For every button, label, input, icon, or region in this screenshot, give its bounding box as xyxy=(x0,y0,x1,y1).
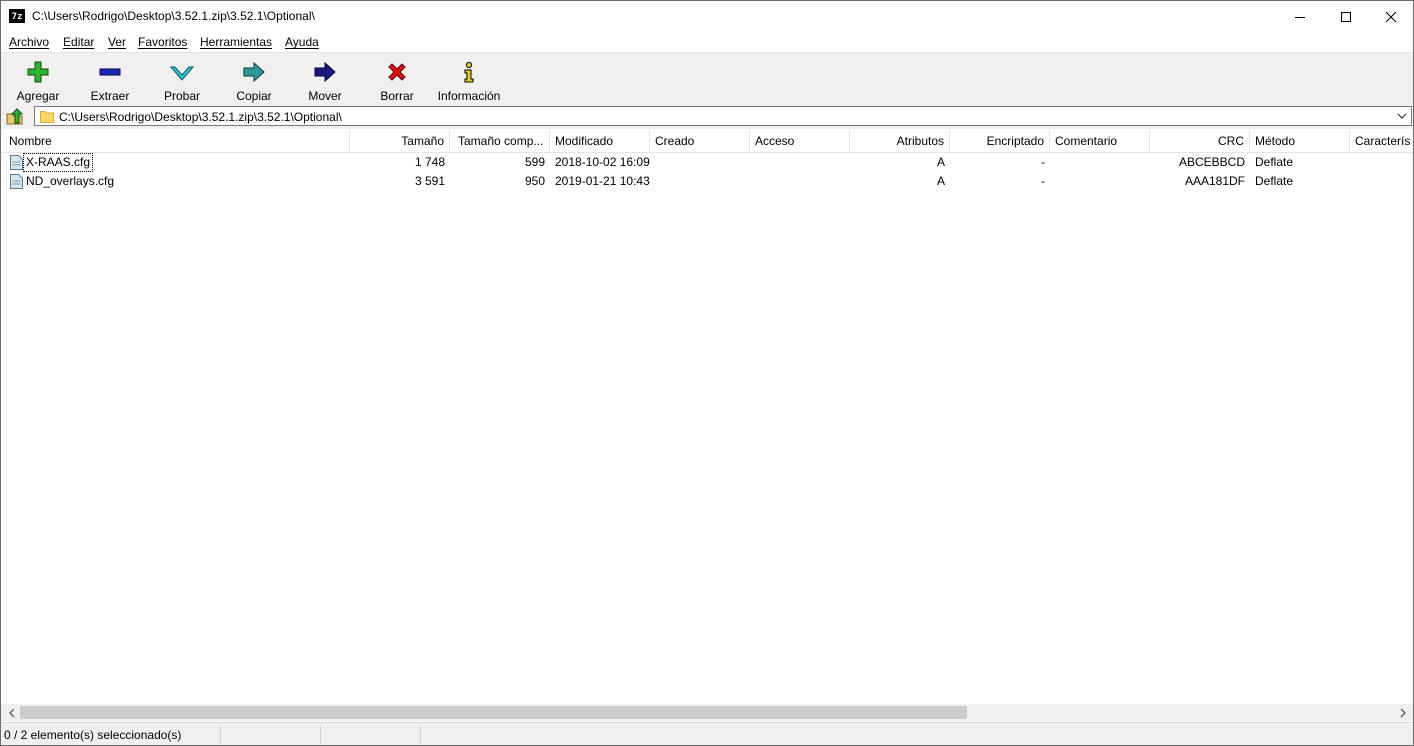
close-icon xyxy=(1385,11,1397,22)
table-row[interactable]: ND_overlays.cfg 3 591 950 2019-01-21 10:… xyxy=(1,172,1413,191)
menu-ver[interactable]: Ver xyxy=(108,35,126,49)
delete-x-icon xyxy=(388,63,406,81)
table-row[interactable]: X-RAAS.cfg 1 748 599 2018-10-02 16:09 A … xyxy=(1,153,1413,172)
copy-arrow-icon xyxy=(243,61,265,83)
column-header-size[interactable]: Tamaño xyxy=(350,130,450,152)
column-header-attributes[interactable]: Atributos xyxy=(850,130,950,152)
toolbar: Agregar Extraer Probar Copiar Mover Borr… xyxy=(1,52,1413,105)
file-name: ND_overlays.cfg xyxy=(26,174,115,188)
address-path: C:\Users\Rodrigo\Desktop\3.52.1.zip\3.52… xyxy=(59,110,342,124)
column-header-crc[interactable]: CRC xyxy=(1150,130,1250,152)
check-icon xyxy=(170,66,194,81)
move-button[interactable]: Mover xyxy=(305,53,345,105)
maximize-button[interactable] xyxy=(1323,1,1369,32)
plus-icon xyxy=(27,61,49,83)
scroll-left-button[interactable] xyxy=(3,704,20,721)
menu-ayuda[interactable]: Ayuda xyxy=(285,35,319,49)
column-header-created[interactable]: Creado xyxy=(650,130,750,152)
title-bar[interactable]: 7z C:\Users\Rodrigo\Desktop\3.52.1.zip\3… xyxy=(1,1,1413,32)
file-modified: 2019-01-21 10:43 xyxy=(555,174,650,188)
column-header-encrypted[interactable]: Encriptado xyxy=(950,130,1050,152)
column-header-characteristics[interactable]: Caracterís xyxy=(1350,130,1413,152)
chevron-right-icon xyxy=(1400,708,1406,717)
address-row: C:\Users\Rodrigo\Desktop\3.52.1.zip\3.52… xyxy=(1,104,1413,129)
file-crc: AAA181DF xyxy=(1184,174,1245,188)
up-folder-button[interactable] xyxy=(5,107,25,127)
menu-favoritos[interactable]: Favoritos xyxy=(138,35,187,49)
file-packed-size: 950 xyxy=(524,174,545,188)
menu-herramientas[interactable]: Herramientas xyxy=(200,35,272,49)
add-button[interactable]: Agregar xyxy=(15,53,61,105)
file-method: Deflate xyxy=(1255,174,1294,188)
status-bar: 0 / 2 elemento(s) seleccionado(s) xyxy=(1,722,1413,745)
file-crc: ABCEBBCD xyxy=(1178,155,1245,169)
move-arrow-icon xyxy=(314,61,336,83)
file-encrypted: - xyxy=(1041,155,1045,169)
address-input[interactable]: C:\Users\Rodrigo\Desktop\3.52.1.zip\3.52… xyxy=(34,106,1412,126)
scroll-right-button[interactable] xyxy=(1394,704,1411,721)
menu-bar: Archivo Editar Ver Favoritos Herramienta… xyxy=(1,32,1413,52)
column-header-name[interactable]: Nombre xyxy=(4,130,350,152)
column-header-accessed[interactable]: Acceso xyxy=(750,130,850,152)
column-header-packed[interactable]: Tamaño comp... xyxy=(450,130,550,152)
extract-button[interactable]: Extraer xyxy=(89,53,131,105)
main-window: 7z C:\Users\Rodrigo\Desktop\3.52.1.zip\3… xyxy=(0,0,1414,746)
menu-editar[interactable]: Editar xyxy=(63,35,94,49)
status-divider xyxy=(420,726,421,744)
close-button[interactable] xyxy=(1368,1,1413,32)
info-button[interactable]: Información xyxy=(435,53,503,105)
file-size: 3 591 xyxy=(414,174,445,188)
column-header-comment[interactable]: Comentario xyxy=(1050,130,1150,152)
app-logo-icon: 7z xyxy=(9,9,25,23)
column-header-modified[interactable]: Modificado xyxy=(550,130,650,152)
column-header-method[interactable]: Método xyxy=(1250,130,1350,152)
file-size: 1 748 xyxy=(414,155,445,169)
scrollbar-thumb[interactable] xyxy=(20,706,967,719)
chevron-down-icon[interactable] xyxy=(1397,112,1407,120)
file-name: X-RAAS.cfg xyxy=(23,153,94,172)
file-packed-size: 599 xyxy=(524,155,545,169)
file-list-header: Nombre Tamaño Tamaño comp... Modificado … xyxy=(1,130,1413,153)
file-encrypted: - xyxy=(1041,174,1045,188)
file-modified: 2018-10-02 16:09 xyxy=(555,155,650,169)
info-icon xyxy=(464,61,474,83)
minimize-button[interactable] xyxy=(1277,1,1323,32)
test-button[interactable]: Probar xyxy=(162,53,202,105)
folder-icon xyxy=(40,111,54,123)
file-method: Deflate xyxy=(1255,155,1294,169)
delete-button[interactable]: Borrar xyxy=(377,53,417,105)
minimize-icon xyxy=(1295,16,1305,18)
chevron-left-icon xyxy=(8,708,14,717)
window-title: C:\Users\Rodrigo\Desktop\3.52.1.zip\3.52… xyxy=(32,9,315,23)
selection-status: 0 / 2 elemento(s) seleccionado(s) xyxy=(4,728,182,742)
status-divider xyxy=(320,726,321,744)
file-attributes: A xyxy=(936,155,945,169)
menu-archivo[interactable]: Archivo xyxy=(9,35,49,49)
file-icon xyxy=(10,174,23,189)
copy-button[interactable]: Copiar xyxy=(233,53,275,105)
status-divider xyxy=(220,726,221,744)
file-icon xyxy=(10,155,23,170)
maximize-icon xyxy=(1341,11,1351,22)
file-attributes: A xyxy=(936,174,945,188)
horizontal-scrollbar[interactable] xyxy=(1,704,1413,721)
minus-icon xyxy=(99,68,121,76)
folder-up-icon xyxy=(6,108,24,125)
